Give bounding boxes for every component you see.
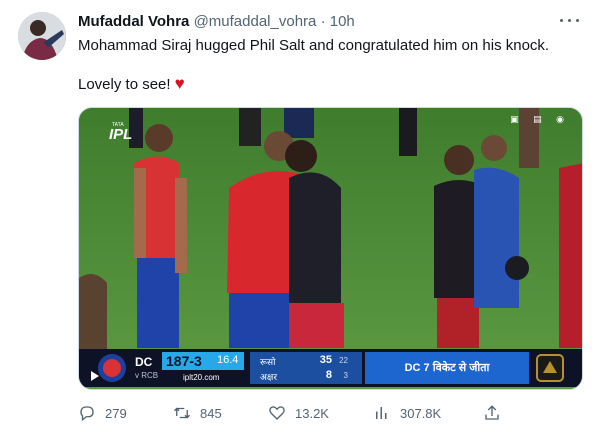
- avatar[interactable]: [18, 12, 66, 60]
- batter1-runs: 35: [319, 354, 332, 366]
- reply-button[interactable]: 279: [78, 402, 127, 424]
- like-button[interactable]: 13.2K: [268, 402, 329, 424]
- tweet-actions: 279 845 13.2K 307.8K: [78, 402, 583, 424]
- views-chart-icon: [376, 407, 387, 419]
- ticker-team2: v RCB: [135, 371, 159, 380]
- more-dot-icon: [568, 19, 571, 22]
- tweet-media-image[interactable]: TATA IPL ▣ ▤ ◉ DC v RCB 187-3 16.4 iplt2…: [78, 107, 583, 390]
- reply-count: 279: [105, 405, 127, 421]
- retweet-button[interactable]: 845: [173, 402, 222, 424]
- author-handle[interactable]: @mufaddal_vohra: [194, 13, 317, 30]
- tweet-text-line-2: Lovely to see! ♥: [78, 74, 185, 95]
- ticker-team1: DC: [135, 355, 153, 369]
- like-count: 13.2K: [295, 405, 329, 421]
- batter2-runs: 8: [325, 369, 332, 381]
- more-options-button[interactable]: [558, 10, 582, 30]
- tweet-time[interactable]: 10h: [330, 13, 355, 30]
- rcb-logo-icon: [536, 354, 564, 382]
- tweet-text-line-1: Mohammad Siraj hugged Phil Salt and cong…: [78, 37, 550, 54]
- ipl-logo: IPL: [109, 126, 133, 143]
- score-ticker: DC v RCB 187-3 16.4 iplt20.com रूसो 35 2…: [79, 349, 582, 387]
- retweet-count: 845: [200, 405, 222, 421]
- batter1-balls: 22: [339, 356, 348, 365]
- heart-emoji-icon: ♥: [174, 74, 185, 93]
- more-dot-icon: [560, 19, 563, 22]
- reply-icon: [80, 406, 94, 422]
- views-button[interactable]: 307.8K: [373, 402, 441, 424]
- views-count: 307.8K: [400, 405, 442, 421]
- ticker-batters: रूसो 35 22 अक्षर 8 3: [250, 352, 362, 384]
- retweet-icon: [174, 407, 190, 419]
- ticker-overs: 16.4: [217, 354, 239, 366]
- tweet-header: Mufaddal Vohra @mufaddal_vohra · 10h: [78, 12, 355, 32]
- share-icon: [485, 405, 499, 420]
- like-heart-icon: [269, 406, 285, 420]
- tweet-text-lovely: Lovely to see!: [78, 76, 171, 93]
- ticker-result: DC 7 विकेट से जीता: [365, 352, 529, 384]
- broadcast-icons: ▣ ▤ ◉: [510, 114, 570, 124]
- avatar-image: [18, 12, 66, 60]
- batter2-balls: 3: [343, 371, 348, 380]
- share-button[interactable]: [483, 402, 510, 424]
- author-name[interactable]: Mufaddal Vohra: [78, 13, 189, 30]
- ticker-site: iplt20.com: [183, 373, 220, 382]
- tweet[interactable]: Mufaddal Vohra @mufaddal_vohra · 10h Moh…: [0, 0, 600, 444]
- play-icon: [91, 371, 99, 381]
- dc-logo-icon: [98, 354, 126, 382]
- match-photo: [79, 108, 582, 389]
- batter2-name: अक्षर: [260, 372, 278, 382]
- separator-dot: ·: [320, 13, 326, 30]
- more-dot-icon: [576, 19, 579, 22]
- batter1-name: रूसो: [260, 357, 276, 367]
